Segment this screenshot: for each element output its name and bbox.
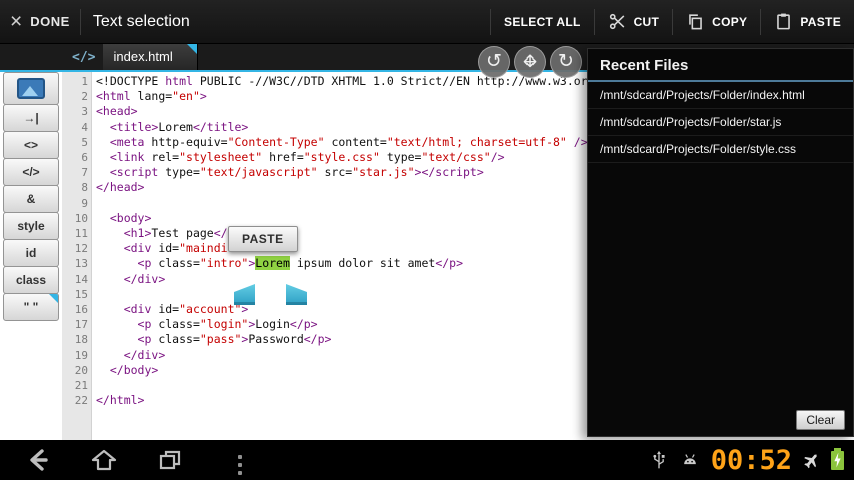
recent-file-item[interactable]: /mnt/sdcard/Projects/Folder/index.html [588, 82, 853, 109]
recents-button[interactable] [146, 446, 194, 474]
recent-files-title: Recent Files [588, 49, 853, 82]
toolbox-button[interactable]: " " [3, 293, 59, 321]
line-number: 1 [81, 75, 88, 88]
line-number: 5 [81, 135, 88, 149]
line-numbers: 1 2 3 4 5 6 7 8 9 10 11 12 13 14 15 16 17 18 19 20 21 22 [62, 74, 88, 408]
cut-button[interactable]: CUT [595, 0, 673, 43]
action-bar: × DONE Text selection SELECT ALL CUT COP… [0, 0, 854, 44]
tab-label: index.html [113, 49, 173, 64]
line-number: 16 [74, 303, 88, 317]
toolbox-button[interactable]: class [3, 266, 59, 294]
line-number: 6 [81, 151, 88, 165]
app-screen: × DONE Text selection SELECT ALL CUT COP… [0, 0, 854, 480]
toolbox-button[interactable]: <> [3, 131, 59, 159]
tab-index-html[interactable]: index.html [103, 44, 198, 70]
paste-label: PASTE [800, 14, 841, 29]
battery-icon [831, 447, 844, 470]
system-nav-bar: 00:52 [0, 440, 854, 480]
airplane-mode-icon [804, 454, 817, 468]
line-number: 8 [81, 181, 88, 195]
line-number: 20 [74, 363, 88, 377]
cut-icon [609, 13, 624, 30]
clock[interactable]: 00:52 [711, 445, 792, 476]
corner-marker [49, 294, 58, 303]
line-number: 15 [74, 287, 88, 301]
line-number: 21 [74, 379, 88, 393]
line-number: 13 [74, 257, 88, 271]
home-icon [91, 449, 117, 471]
copy-icon [689, 14, 702, 30]
line-number: 11 [74, 227, 88, 241]
back-icon [30, 449, 48, 471]
line-number: 3 [81, 105, 88, 119]
clear-button[interactable]: Clear [796, 410, 845, 430]
line-number: 18 [74, 333, 88, 347]
recent-file-item[interactable]: /mnt/sdcard/Projects/Folder/style.css [588, 136, 853, 163]
line-number: 9 [81, 196, 88, 210]
done-label: DONE [30, 14, 70, 29]
redo-button[interactable]: ↻ [550, 46, 582, 78]
line-number: 14 [74, 272, 88, 286]
line-number: 12 [74, 242, 88, 256]
paste-button[interactable]: PASTE [761, 0, 854, 43]
select-all-button[interactable]: SELECT ALL [491, 0, 594, 43]
divider [79, 8, 81, 35]
toolbox-image-button[interactable] [3, 72, 59, 105]
paste-popup-button[interactable]: PASTE [228, 226, 298, 252]
image-icon [17, 78, 45, 99]
recents-icon [159, 450, 181, 470]
menu-dots-icon [238, 454, 242, 475]
recent-files-panel: Recent Files /mnt/sdcard/Projects/Folder… [587, 48, 854, 437]
select-all-label: SELECT ALL [504, 14, 581, 29]
toolbox: →| <> </> & style id class " " [3, 72, 59, 321]
cut-label: CUT [633, 14, 660, 29]
close-icon: × [10, 10, 23, 33]
tab-corner-marker [186, 44, 197, 54]
move-icon: ↕ [522, 52, 538, 72]
back-button[interactable] [14, 446, 62, 474]
line-number: 22 [74, 394, 88, 408]
undo-button[interactable]: ↺ [478, 46, 510, 78]
copy-label: COPY [712, 14, 748, 29]
done-button[interactable]: × DONE [0, 0, 80, 43]
menu-button[interactable] [216, 446, 264, 475]
toolbox-button[interactable]: </> [3, 158, 59, 186]
status-cluster: 00:52 [649, 445, 854, 476]
usb-icon [653, 450, 665, 469]
paste-icon [777, 13, 791, 30]
copy-button[interactable]: COPY [673, 0, 760, 43]
move-cursor-button[interactable]: ↔ ↕ [514, 46, 546, 78]
debug-icon [683, 454, 696, 465]
line-number: 10 [74, 211, 88, 225]
recent-file-item[interactable]: /mnt/sdcard/Projects/Folder/star.js [588, 109, 853, 136]
line-number: 4 [81, 120, 88, 134]
page-title: Text selection [92, 12, 190, 30]
line-number: 17 [74, 318, 88, 332]
toolbox-button[interactable]: style [3, 212, 59, 240]
recent-files-list: /mnt/sdcard/Projects/Folder/index.html/m… [588, 82, 853, 163]
code-logo-icon: </> [72, 50, 96, 65]
line-number: 2 [81, 90, 88, 104]
toolbox-button[interactable]: & [3, 185, 59, 213]
line-number: 19 [74, 348, 88, 362]
line-number: 7 [81, 166, 88, 180]
toolbox-button[interactable]: id [3, 239, 59, 267]
toolbox-button[interactable]: →| [3, 104, 59, 132]
home-button[interactable] [80, 446, 128, 474]
